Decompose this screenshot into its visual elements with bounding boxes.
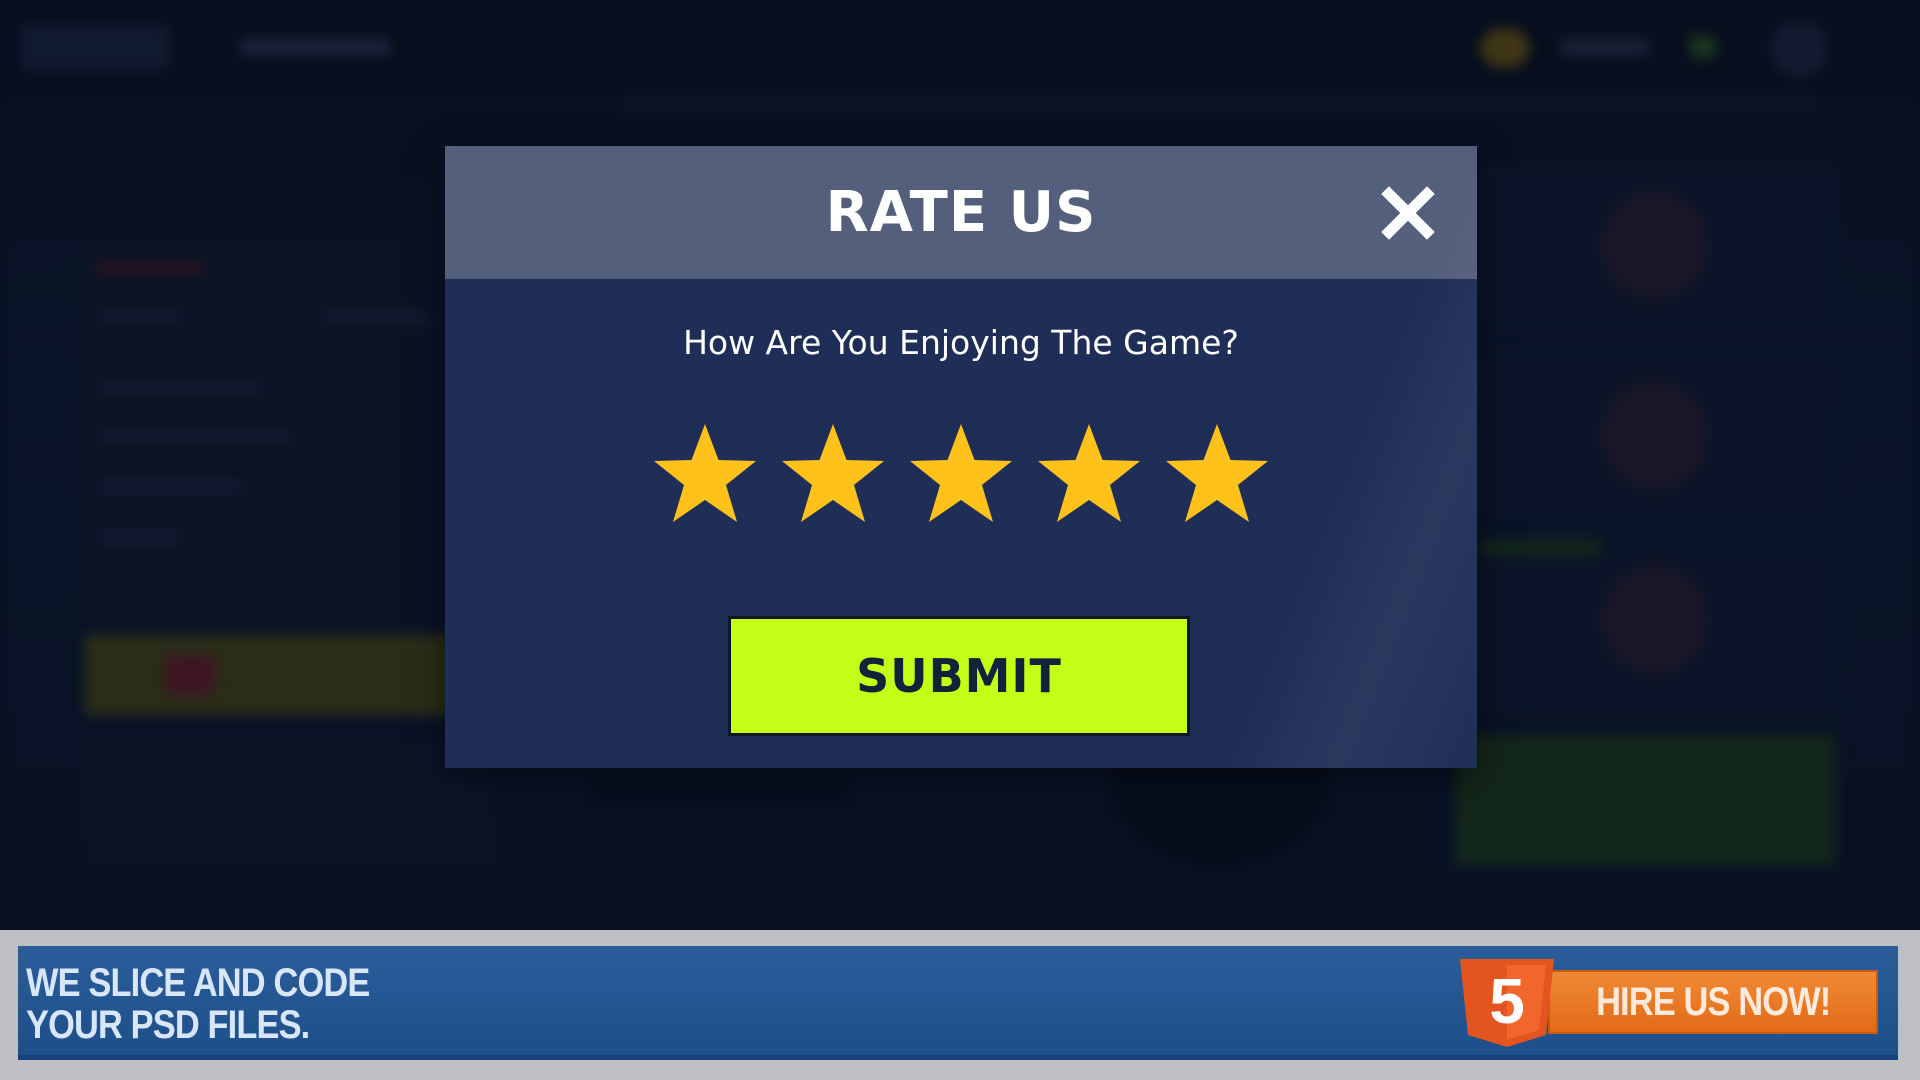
ad-headline: WE SLICE AND CODE YOUR PSD FILES. — [26, 961, 370, 1047]
star-3[interactable] — [906, 420, 1016, 530]
html5-icon: 5 — [1456, 957, 1558, 1049]
star-icon — [910, 424, 1012, 522]
star-4[interactable] — [1034, 420, 1144, 530]
hire-us-label: HIRE US NOW! — [1595, 979, 1831, 1024]
star-2[interactable] — [778, 420, 888, 530]
star-icon — [1038, 424, 1140, 522]
ad-banner-frame: WE SLICE AND CODE YOUR PSD FILES. HIRE U… — [0, 930, 1920, 1080]
html5-icon-text: 5 — [1489, 965, 1525, 1037]
ad-headline-line-1: WE SLICE AND CODE — [26, 961, 370, 1005]
star-5[interactable] — [1162, 420, 1272, 530]
dialog-header: RATE US — [445, 146, 1477, 279]
submit-button[interactable]: SUBMIT — [728, 616, 1190, 736]
star-1[interactable] — [650, 420, 760, 530]
ad-headline-line-2: YOUR PSD FILES. — [26, 1003, 310, 1047]
star-icon — [654, 424, 756, 522]
star-icon — [782, 424, 884, 522]
game-screen: RATE US How Are You Enjoying The Game? S… — [0, 0, 1920, 1080]
ad-banner[interactable]: WE SLICE AND CODE YOUR PSD FILES. HIRE U… — [18, 946, 1898, 1060]
hire-us-button[interactable]: HIRE US NOW! — [1548, 970, 1878, 1034]
rating-question: How Are You Enjoying The Game? — [683, 323, 1239, 362]
dialog-title: RATE US — [825, 180, 1097, 245]
rate-us-dialog: RATE US How Are You Enjoying The Game? S… — [445, 146, 1477, 768]
close-icon — [1381, 186, 1435, 240]
star-rating[interactable] — [445, 420, 1477, 530]
star-icon — [1166, 424, 1268, 522]
close-button[interactable] — [1381, 186, 1435, 240]
